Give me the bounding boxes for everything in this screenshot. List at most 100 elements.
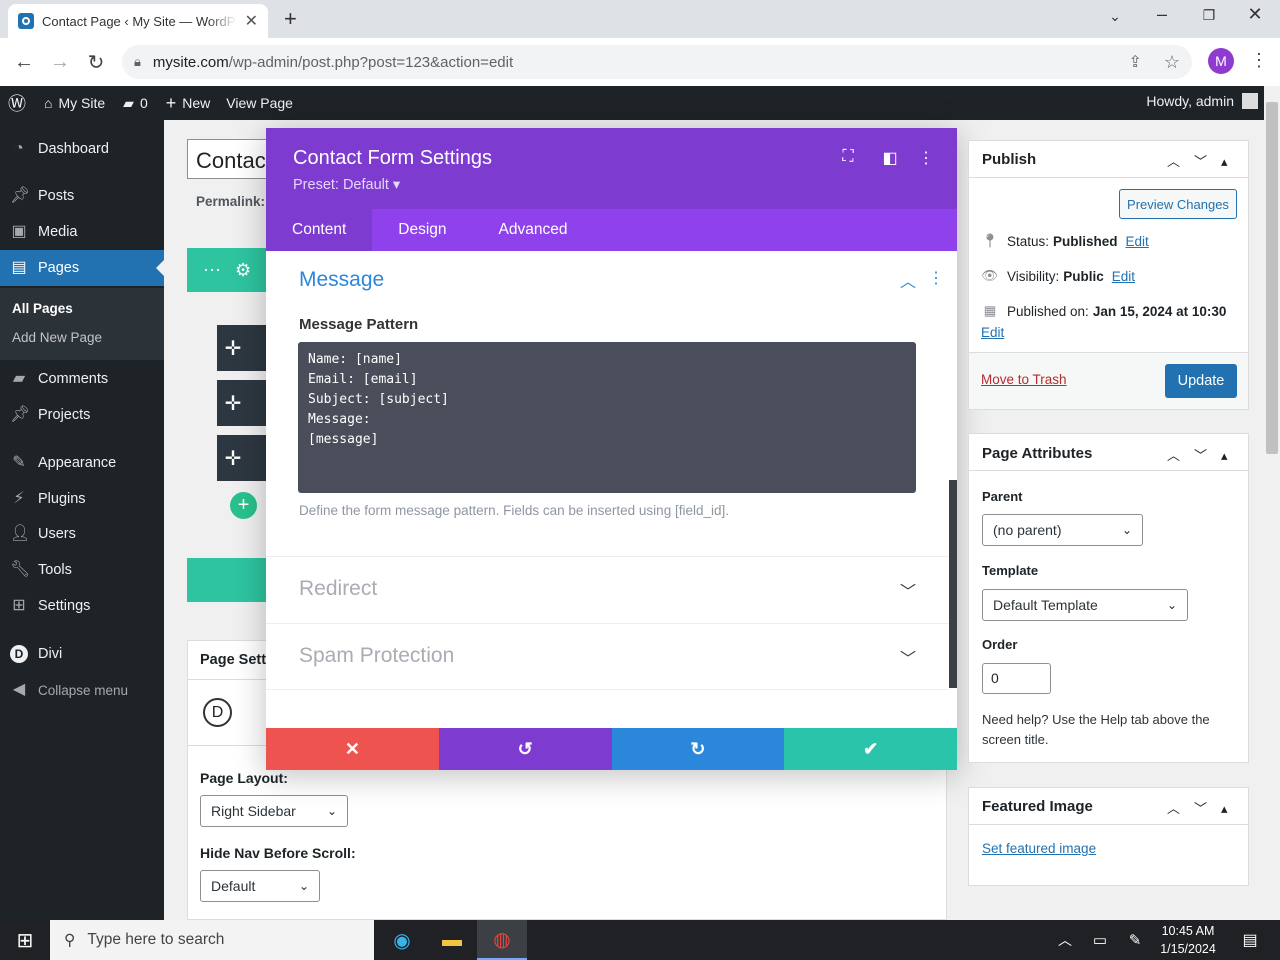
admin-bar-view-page[interactable]: View Page (226, 95, 293, 111)
checkmark-icon: ✔ (863, 738, 879, 759)
sidebar-item-users[interactable]: 👤︎ Users (0, 516, 164, 552)
edit-status-link[interactable]: Edit (1126, 234, 1149, 249)
redo-button[interactable]: ↻ (611, 728, 785, 770)
edge-browser-icon[interactable]: ◉ (377, 920, 427, 960)
fullscreen-icon[interactable]: ⛶ (838, 148, 858, 166)
close-tab-icon[interactable]: ✕ (245, 11, 258, 31)
sidebar-item-tools[interactable]: 🔧︎ Tools (0, 552, 164, 588)
set-featured-image-link[interactable]: Set featured image (982, 841, 1096, 856)
sidebar-item-media[interactable]: ▣ Media (0, 214, 164, 250)
section-message-toggle[interactable]: Message (299, 268, 384, 292)
template-select[interactable]: Default Template ⌄ (982, 589, 1188, 621)
save-button[interactable]: ✔ (784, 728, 957, 770)
toggle-panel-icon[interactable]: ▴ (1221, 154, 1242, 169)
taskbar-clock[interactable]: 10:45 AM 1/15/2024 (1153, 922, 1223, 958)
order-input[interactable]: 0 (982, 663, 1051, 694)
move-down-icon[interactable]: ﹀ (1194, 448, 1221, 463)
move-up-icon[interactable]: ︿ (1167, 448, 1194, 463)
sidebar-item-plugins[interactable]: ⚡︎ Plugins (0, 481, 164, 517)
back-icon[interactable]: ← (6, 51, 42, 74)
parent-select[interactable]: (no parent) ⌄ (982, 514, 1143, 546)
move-down-icon[interactable]: ﹀ (1194, 801, 1221, 816)
builder-settings-icon[interactable]: ⚙ (235, 260, 251, 281)
restore-button[interactable]: ❐ (1194, 7, 1224, 24)
edit-date-link[interactable]: Edit (981, 325, 1004, 340)
box-controls[interactable]: ︿﹀▴ (1167, 798, 1242, 817)
undo-button[interactable]: ↺ (438, 728, 612, 770)
sidebar-item-posts[interactable]: 📌︎ Posts (0, 178, 164, 214)
move-to-trash-link[interactable]: Move to Trash (981, 372, 1067, 387)
order-label: Order (982, 637, 1018, 652)
sidebar-collapse-menu[interactable]: ◀ Collapse menu (0, 672, 164, 708)
sidebar-item-appearance[interactable]: ✎ Appearance (0, 445, 164, 481)
chevron-up-icon[interactable]: ︿ (900, 268, 916, 292)
section-options-icon[interactable]: ⋮ (928, 268, 944, 288)
toggle-panel-icon[interactable]: ▴ (1221, 801, 1242, 816)
submenu-all-pages[interactable]: All Pages (12, 301, 73, 316)
move-up-icon[interactable]: ︿ (1167, 801, 1194, 816)
submenu-add-new-page[interactable]: Add New Page (12, 330, 102, 345)
sidebar-item-dashboard[interactable]: ◔ Dashboard (0, 131, 164, 167)
section-redirect-toggle[interactable]: Redirect (299, 577, 377, 601)
sidebar-item-comments[interactable]: ▰ Comments (0, 361, 164, 397)
tab-content[interactable]: Content (266, 209, 373, 251)
bookmark-star-icon[interactable]: ☆ (1164, 52, 1180, 73)
move-up-icon[interactable]: ︿ (1167, 154, 1194, 169)
page-layout-select[interactable]: Right Sidebar ⌄ (200, 795, 348, 827)
split-view-icon[interactable]: ◧ (880, 148, 900, 168)
chrome-browser-icon[interactable]: ◍ (477, 920, 527, 960)
page-scrollbar-thumb[interactable] (1266, 102, 1278, 454)
chevron-down-icon[interactable]: ﹀ (900, 645, 916, 669)
add-section-bar[interactable] (187, 558, 277, 602)
pen-icon[interactable]: ✎ (1115, 920, 1155, 960)
browser-tab[interactable]: Contact Page ‹ My Site — WordPress ✕ (8, 4, 268, 38)
tab-advanced[interactable]: Advanced (473, 209, 594, 251)
close-window-button[interactable]: ✕ (1240, 4, 1270, 25)
new-tab-button[interactable]: + (284, 6, 297, 32)
browser-menu-icon[interactable]: ⋮ (1250, 50, 1268, 71)
tab-search-icon[interactable]: ⌄ (1100, 8, 1130, 25)
preset-dropdown[interactable]: Preset: Default ▾ (293, 177, 400, 193)
post-title-input[interactable]: Contact (187, 139, 277, 179)
wireframe-icon[interactable]: ⋯ (203, 260, 221, 281)
notifications-icon[interactable]: ▤ (1230, 920, 1270, 960)
message-pattern-textarea[interactable]: Name: [name] Email: [email] Subject: [su… (298, 342, 916, 493)
box-controls[interactable]: ︿﹀▴ (1167, 445, 1242, 464)
section-spam-protection-toggle[interactable]: Spam Protection (299, 644, 454, 668)
site-info-icon[interactable]: 🔒︎ (134, 54, 141, 70)
file-explorer-icon[interactable]: ▬ (427, 920, 477, 960)
admin-bar-new[interactable]: + New (166, 93, 211, 114)
show-hidden-icons[interactable]: ︿ (1045, 920, 1085, 960)
modal-options-icon[interactable]: ⋮ (916, 148, 936, 168)
admin-bar-site[interactable]: ⌂ My Site (44, 95, 105, 111)
update-button[interactable]: Update (1165, 364, 1237, 398)
sidebar-item-divi[interactable]: D Divi (0, 636, 164, 672)
network-icon[interactable]: ▭ (1080, 920, 1120, 960)
admin-bar-account[interactable]: Howdy, admin (1146, 93, 1258, 109)
move-down-icon[interactable]: ﹀ (1194, 154, 1221, 169)
preview-changes-button[interactable]: Preview Changes (1119, 189, 1237, 219)
sidebar-item-pages[interactable]: ▤ Pages (0, 250, 164, 286)
add-row-button[interactable]: + (230, 492, 257, 519)
sidebar-item-settings[interactable]: ⊞ Settings (0, 588, 164, 624)
edit-visibility-link[interactable]: Edit (1112, 269, 1135, 284)
reload-icon[interactable]: ↻ (78, 50, 114, 75)
forward-icon[interactable]: → (42, 51, 78, 74)
modal-scrollbar[interactable] (949, 480, 957, 688)
share-icon[interactable]: ⇪ (1128, 52, 1141, 72)
discard-button[interactable]: ✕ (266, 728, 439, 770)
admin-bar-comments[interactable]: ▰ 0 (123, 95, 148, 112)
toggle-panel-icon[interactable]: ▴ (1221, 448, 1242, 463)
wordpress-logo-icon[interactable]: Ⓦ (8, 90, 26, 116)
chevron-down-icon[interactable]: ﹀ (900, 578, 916, 602)
hide-nav-select[interactable]: Default ⌄ (200, 870, 320, 902)
windows-start-icon[interactable]: ⊞ (0, 920, 50, 960)
minimize-button[interactable]: – (1147, 4, 1177, 25)
plus-icon: + (165, 92, 177, 113)
taskbar-search[interactable]: ⚲ Type here to search (50, 920, 374, 960)
tab-design[interactable]: Design (372, 209, 472, 251)
sidebar-item-projects[interactable]: 📌︎ Projects (0, 397, 164, 433)
address-bar[interactable]: 🔒︎ mysite.com/wp-admin/post.php?post=123… (122, 45, 1192, 79)
box-controls[interactable]: ︿﹀▴ (1167, 151, 1242, 170)
profile-avatar[interactable]: M (1208, 48, 1234, 74)
